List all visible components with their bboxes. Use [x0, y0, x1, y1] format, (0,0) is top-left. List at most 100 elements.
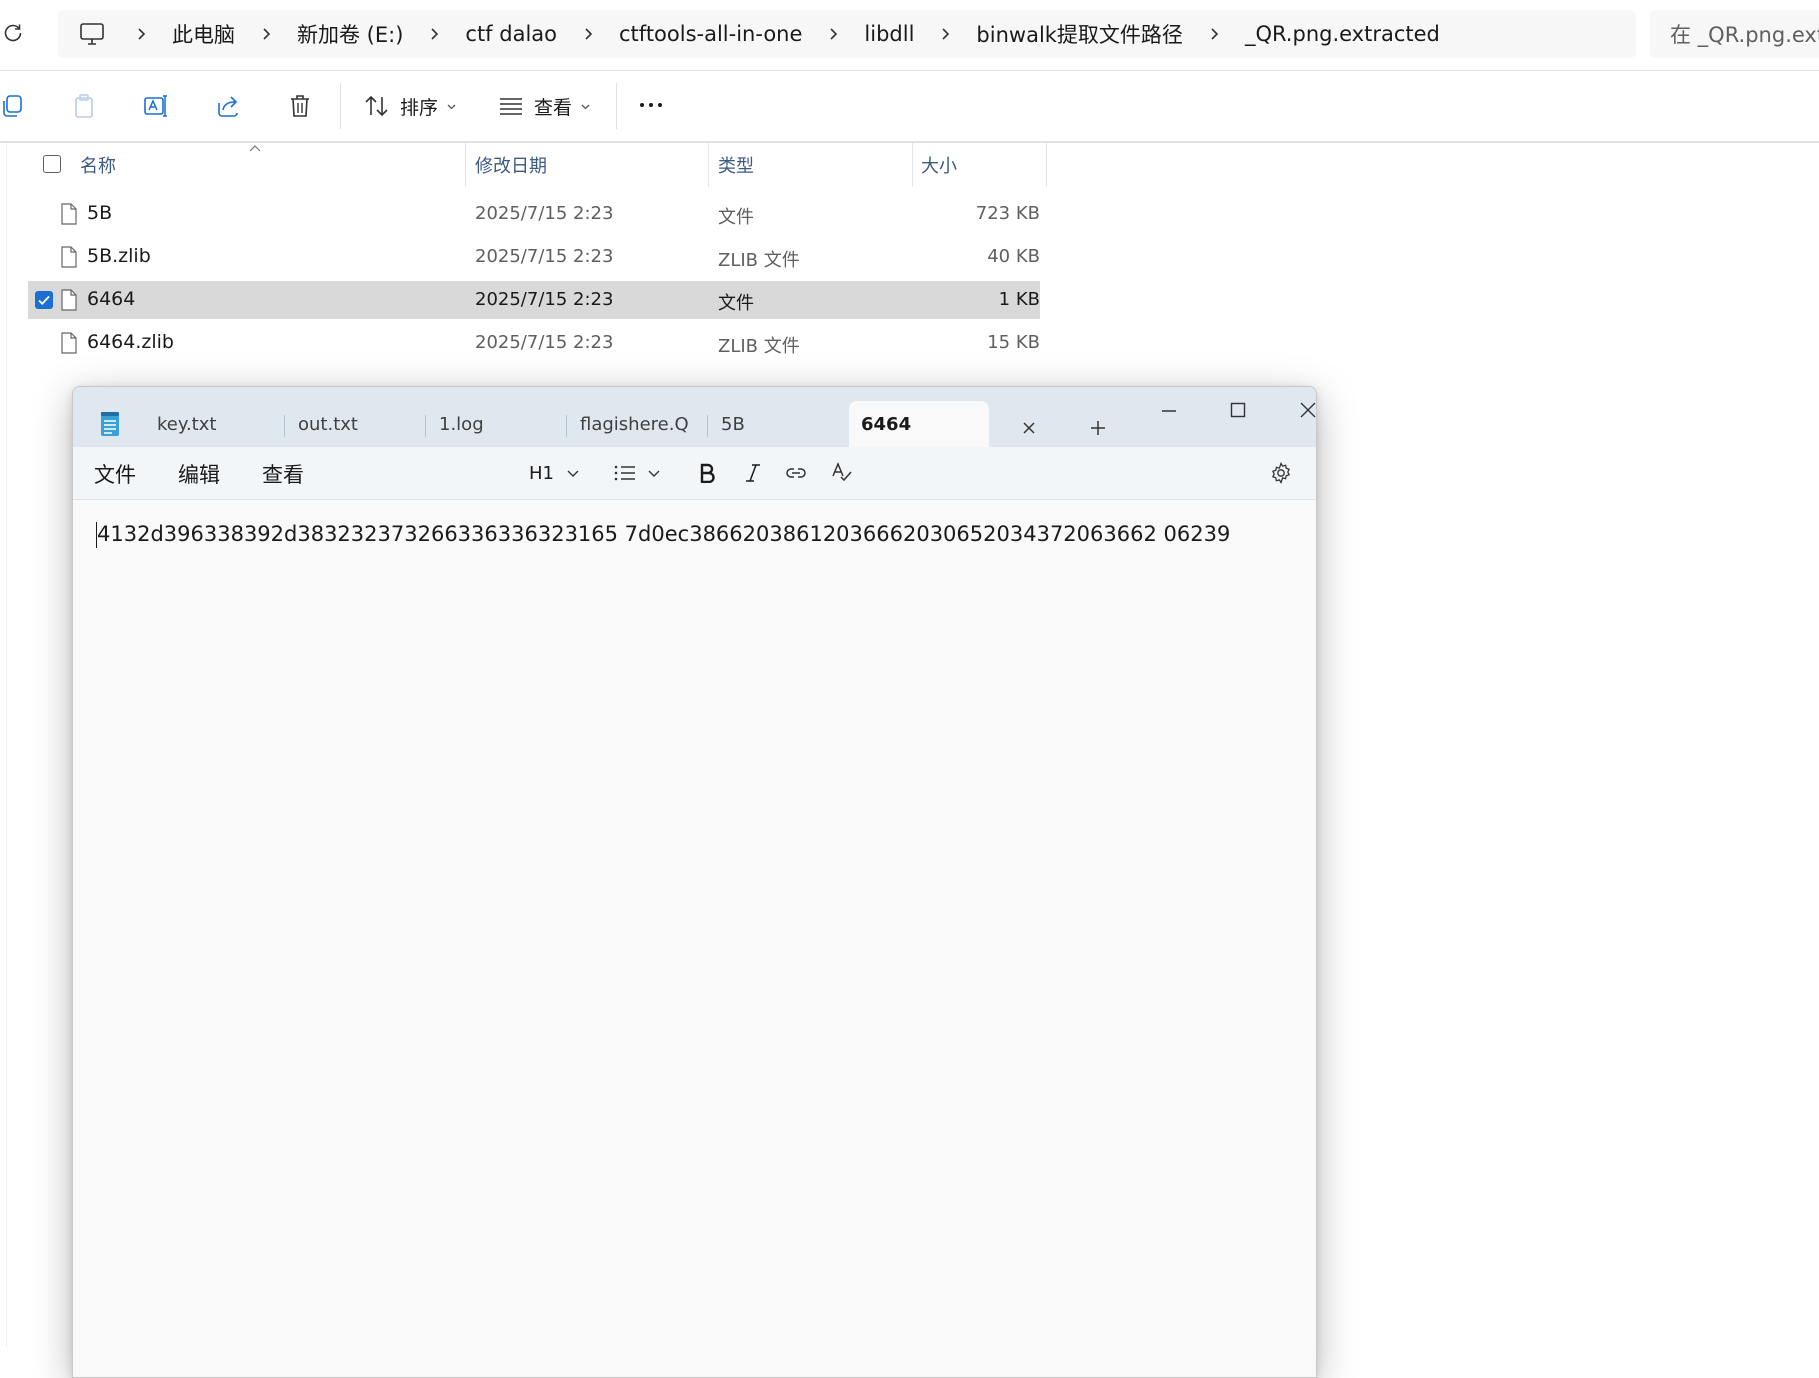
- tab-separator: [566, 415, 567, 437]
- maximize-button[interactable]: [1208, 393, 1268, 427]
- close-window-button[interactable]: [1278, 393, 1316, 427]
- column-header-type[interactable]: 类型: [718, 143, 754, 187]
- share-icon[interactable]: [215, 93, 241, 119]
- editor-content[interactable]: 4132d396338392d383232373266336336323165 …: [97, 522, 1230, 546]
- paste-icon[interactable]: [71, 93, 97, 119]
- new-tab-icon[interactable]: [1089, 419, 1107, 437]
- maximize-icon: [1230, 402, 1246, 418]
- menu-edit[interactable]: 编辑: [178, 459, 220, 489]
- bulleted-list-icon: [613, 464, 637, 482]
- column-header-date[interactable]: 修改日期: [475, 143, 547, 187]
- heading-label: H1: [529, 462, 554, 484]
- file-date: 2025/7/15 2:23: [475, 203, 614, 224]
- settings-gear-icon[interactable]: [1270, 461, 1292, 485]
- file-size: 723 KB: [975, 203, 1040, 224]
- column-separator[interactable]: [465, 143, 466, 187]
- chevron-right-icon[interactable]: [427, 27, 441, 41]
- chevron-right-icon[interactable]: [259, 27, 273, 41]
- tab-6464-active[interactable]: 6464: [849, 401, 989, 447]
- divider: [616, 83, 617, 129]
- sort-label: 排序: [400, 96, 439, 119]
- divider: [340, 83, 341, 129]
- breadcrumb[interactable]: 此电脑 新加卷 (E:) ctf dalao ctftools-all-in-o…: [58, 10, 1636, 58]
- tab-separator: [425, 415, 426, 437]
- spellcheck-icon[interactable]: [831, 461, 853, 485]
- list-dropdown[interactable]: [613, 461, 661, 485]
- tab-separator: [707, 415, 708, 437]
- bold-icon[interactable]: [698, 461, 716, 485]
- menu-file[interactable]: 文件: [94, 459, 136, 489]
- tab-label: 5B: [721, 413, 745, 435]
- column-header-name[interactable]: 名称: [80, 143, 116, 187]
- row-checkbox-checked[interactable]: [35, 291, 53, 309]
- refresh-icon[interactable]: [2, 22, 24, 44]
- view-label: 查看: [534, 96, 573, 119]
- file-type: 文件: [718, 207, 754, 228]
- view-button[interactable]: 查看: [498, 89, 591, 123]
- file-icon: [60, 203, 78, 225]
- file-icon: [60, 332, 78, 354]
- file-name: 5B.zlib: [87, 245, 151, 267]
- file-row[interactable]: 6464.zlib 2025/7/15 2:23 ZLIB 文件 15 KB: [28, 324, 1040, 362]
- close-icon: [1300, 402, 1316, 418]
- minimize-icon: [1162, 410, 1176, 412]
- notepad-editor[interactable]: 4132d396338392d383232373266336336323165 …: [73, 500, 1316, 1377]
- tab-flagishere[interactable]: flagishere.Q: [580, 401, 710, 447]
- computer-icon[interactable]: [74, 16, 110, 52]
- tab-label: 6464: [861, 413, 912, 435]
- file-name: 6464: [87, 288, 136, 310]
- notepad-window: key.txt out.txt 1.log flagishere.Q 5B 64…: [72, 386, 1317, 1378]
- sort-ascending-icon: [248, 143, 262, 153]
- file-size: 1 KB: [998, 289, 1040, 310]
- column-separator[interactable]: [1046, 143, 1047, 187]
- file-type: 文件: [718, 293, 754, 314]
- delete-icon[interactable]: [287, 93, 313, 119]
- tab-1-log[interactable]: 1.log: [439, 401, 569, 447]
- column-separator[interactable]: [708, 143, 709, 187]
- file-size: 15 KB: [987, 332, 1040, 353]
- copy-icon[interactable]: [0, 93, 26, 119]
- italic-icon[interactable]: [744, 461, 762, 485]
- rename-icon[interactable]: [143, 93, 169, 119]
- file-icon: [60, 246, 78, 268]
- file-date: 2025/7/15 2:23: [475, 289, 614, 310]
- chevron-right-icon[interactable]: [826, 27, 840, 41]
- column-separator[interactable]: [912, 143, 913, 187]
- close-tab-icon[interactable]: [1021, 420, 1037, 436]
- file-icon: [60, 289, 78, 311]
- notepad-titlebar[interactable]: key.txt out.txt 1.log flagishere.Q 5B 64…: [73, 387, 1316, 447]
- file-name: 6464.zlib: [87, 331, 174, 353]
- tab-5b[interactable]: 5B: [721, 401, 841, 447]
- tab-key-txt[interactable]: key.txt: [157, 401, 287, 447]
- breadcrumb-item[interactable]: 此电脑: [172, 19, 235, 49]
- breadcrumb-item-current[interactable]: _QR.png.extracted: [1245, 22, 1440, 46]
- tab-label: key.txt: [157, 413, 217, 435]
- menu-view[interactable]: 查看: [262, 459, 304, 489]
- tab-label: flagishere.Q: [580, 413, 689, 435]
- breadcrumb-item[interactable]: libdll: [864, 22, 914, 46]
- breadcrumb-item[interactable]: ctf dalao: [465, 22, 557, 46]
- tab-out-txt[interactable]: out.txt: [298, 401, 428, 447]
- heading-dropdown[interactable]: H1: [529, 461, 580, 485]
- file-row[interactable]: 5B.zlib 2025/7/15 2:23 ZLIB 文件 40 KB: [28, 238, 1040, 276]
- column-header-size[interactable]: 大小: [921, 143, 957, 187]
- file-row-selected[interactable]: 6464 2025/7/15 2:23 文件 1 KB: [28, 281, 1040, 319]
- file-row[interactable]: 5B 2025/7/15 2:23 文件 723 KB: [28, 195, 1040, 233]
- address-row: 此电脑 新加卷 (E:) ctf dalao ctftools-all-in-o…: [0, 0, 1819, 70]
- breadcrumb-item[interactable]: 新加卷 (E:): [297, 19, 403, 49]
- notepad-app-icon: [99, 411, 121, 437]
- chevron-right-icon[interactable]: [581, 27, 595, 41]
- sort-button[interactable]: 排序: [364, 89, 457, 123]
- chevron-right-icon[interactable]: [938, 27, 952, 41]
- chevron-right-icon[interactable]: [134, 27, 148, 41]
- search-input[interactable]: 在 _QR.png.extra: [1650, 10, 1819, 58]
- more-options-icon[interactable]: [640, 103, 662, 107]
- breadcrumb-item[interactable]: binwalk提取文件路径: [976, 19, 1183, 49]
- link-icon[interactable]: [785, 461, 807, 485]
- minimize-button[interactable]: [1139, 393, 1199, 427]
- select-all-checkbox[interactable]: [43, 155, 61, 173]
- breadcrumb-item[interactable]: ctftools-all-in-one: [619, 22, 802, 46]
- chevron-right-icon[interactable]: [1207, 27, 1221, 41]
- chevron-down-icon: [580, 101, 591, 112]
- file-date: 2025/7/15 2:23: [475, 332, 614, 353]
